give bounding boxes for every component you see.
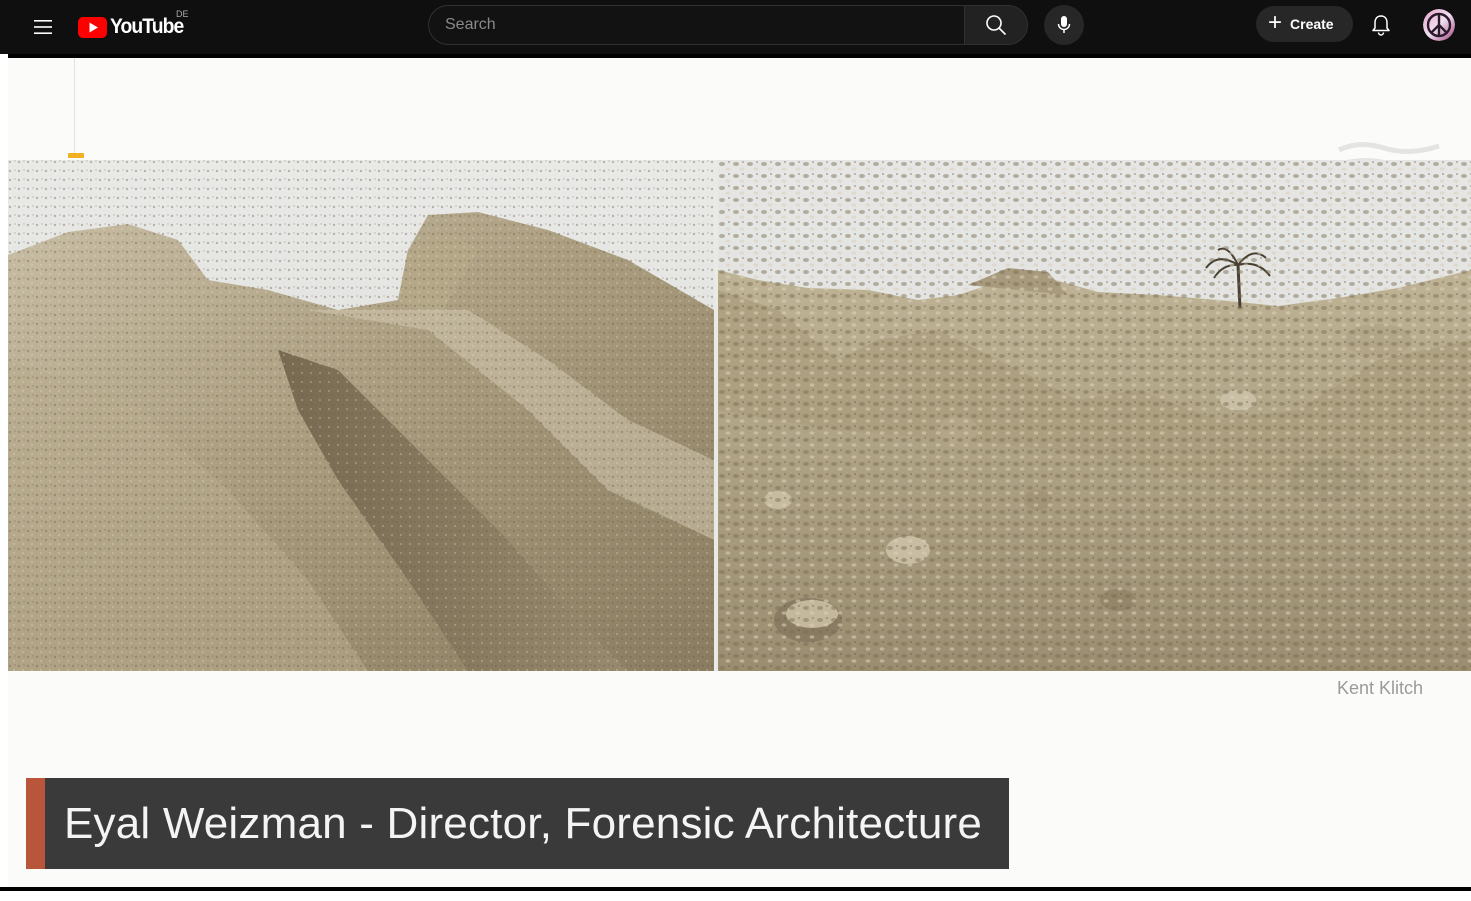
earth-berm-photo-left: [8, 160, 714, 671]
logo-wordmark: YouTube: [110, 15, 184, 38]
slide-marker: [68, 153, 84, 158]
search-button[interactable]: [964, 5, 1028, 45]
photo-credit: Kent Klitch: [1336, 678, 1423, 698]
logo-region-code: DE: [176, 9, 189, 19]
bell-icon: [1372, 15, 1390, 36]
lower-third-accent-bar: [26, 778, 45, 869]
page-below-player: [0, 891, 1471, 901]
search-icon: [986, 15, 1007, 36]
rubble-field-photo-right: [718, 160, 1471, 671]
photo-right-rubble-field: [718, 160, 1471, 671]
page-left-edge: [0, 54, 8, 890]
account-avatar[interactable]: [1423, 9, 1455, 41]
slide-guide-line: [74, 58, 75, 154]
search-input[interactable]: [428, 5, 964, 45]
guide-menu-button[interactable]: [24, 8, 62, 46]
notifications-button[interactable]: [1362, 6, 1400, 44]
peace-sign-avatar-icon: [1423, 9, 1455, 41]
youtube-logo[interactable]: YouTube: [78, 14, 190, 40]
search-bar: [428, 5, 1028, 45]
youtube-play-logo-icon: [78, 16, 107, 38]
speaker-caption: Eyal Weizman - Director, Forensic Archit…: [64, 798, 983, 848]
create-button-label: Create: [1290, 16, 1334, 32]
hamburger-menu-icon: [34, 20, 52, 34]
microphone-icon: [1057, 16, 1071, 33]
video-player[interactable]: Kent Klitch Eyal Weizman - Director, For…: [8, 58, 1471, 888]
create-button[interactable]: + Create: [1256, 6, 1353, 42]
plus-icon: +: [1268, 9, 1283, 36]
speaker-lower-third: Eyal Weizman - Director, Forensic Archit…: [26, 778, 1009, 869]
top-bar: YouTube DE + Create: [0, 0, 1471, 54]
photo-left-earth-berms: [8, 160, 714, 671]
voice-search-button[interactable]: [1044, 5, 1084, 45]
